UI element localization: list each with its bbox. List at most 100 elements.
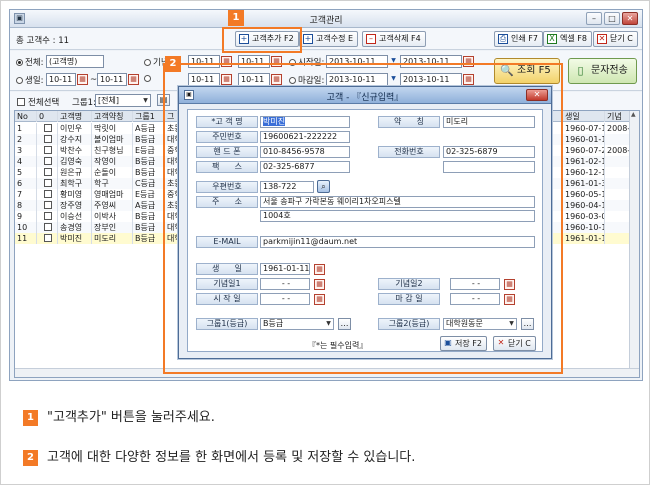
calendar-icon[interactable]: ▦ <box>128 74 139 85</box>
cell-no: 3 <box>15 145 37 156</box>
keyword-input[interactable]: (고객명) <box>46 55 104 68</box>
row-checkbox[interactable] <box>37 145 58 156</box>
cell-no: 5 <box>15 167 37 178</box>
row-checkbox[interactable] <box>37 233 58 244</box>
birthday-to[interactable]: 10-11 <box>97 73 127 86</box>
cell-nick: 작영이 <box>92 156 133 167</box>
vertical-scrollbar[interactable] <box>629 111 639 377</box>
cell-group: B등급 <box>133 222 165 233</box>
close-icon[interactable]: ✕ <box>622 12 638 25</box>
birthday-from[interactable]: 10-11 <box>46 73 76 86</box>
select-all-checkbox[interactable]: 전체선택 <box>17 96 59 108</box>
cell-no: 10 <box>15 222 37 233</box>
cell-nick: 미도리 <box>92 233 133 244</box>
cell-no: 7 <box>15 189 37 200</box>
col-group1[interactable]: 그룹1 <box>133 111 165 122</box>
checkbox[interactable] <box>44 168 52 176</box>
col-name[interactable]: 고객명 <box>58 111 92 122</box>
print-button[interactable]: ⎙ 인쇄 F7 <box>494 31 543 47</box>
checkbox[interactable] <box>44 212 52 220</box>
cell-birth: 1961-02-14 <box>563 156 605 167</box>
col-alias[interactable]: 고객약칭 <box>92 111 133 122</box>
cell-anniv <box>605 211 631 222</box>
row-checkbox[interactable] <box>37 123 58 134</box>
phone-icon: ▯ <box>577 64 584 77</box>
instruction-2: 2 고객에 대한 다양한 정보를 한 화면에서 등록 및 저장할 수 있습니다. <box>23 446 415 466</box>
cell-name: 송경영 <box>58 222 92 233</box>
all-filter[interactable]: 전체: <box>16 56 44 68</box>
col-check[interactable]: 0 <box>37 111 58 122</box>
callout-badge-2: 2 <box>165 56 181 72</box>
chevron-down-icon[interactable]: ▼ <box>141 96 150 106</box>
cell-name: 강수지 <box>58 134 92 145</box>
callout-dialog <box>163 63 563 374</box>
checkbox[interactable] <box>44 146 52 154</box>
checkbox[interactable] <box>17 98 25 106</box>
screenshot-frame: ▣ 고객관리 – □ ✕ 총 고객수 : 11 + 고객추가 F2 + 고객수정 E… <box>0 0 650 485</box>
row-checkbox[interactable] <box>37 156 58 167</box>
birthday-filter[interactable]: 생일: <box>16 74 44 86</box>
cell-group: E등급 <box>133 145 165 156</box>
maximize-icon[interactable]: □ <box>604 12 620 25</box>
edit-customer-button[interactable]: + 고객수정 E <box>299 31 359 47</box>
cell-no: 11 <box>15 233 37 244</box>
callout-add-button <box>222 27 302 53</box>
minimize-icon[interactable]: – <box>586 12 602 25</box>
checkbox[interactable] <box>44 190 52 198</box>
cell-group: B등급 <box>133 167 165 178</box>
cell-birth: 1960-07-23 <box>563 145 605 156</box>
row-checkbox[interactable] <box>37 134 58 145</box>
row-checkbox[interactable] <box>37 200 58 211</box>
cell-nick: 학구 <box>92 178 133 189</box>
checkbox[interactable] <box>44 179 52 187</box>
checkbox[interactable] <box>44 234 52 242</box>
cell-birth: 1960-05-14 <box>563 189 605 200</box>
radio-all[interactable] <box>16 59 23 66</box>
cell-group: A등급 <box>133 123 165 134</box>
radio-birth-alt[interactable] <box>144 74 153 84</box>
row-checkbox[interactable] <box>37 211 58 222</box>
cell-group: B등급 <box>133 156 165 167</box>
cell-birth: 1960-01-11 <box>563 134 605 145</box>
col-anniversary[interactable]: 기념 <box>605 111 631 122</box>
sms-send-button[interactable]: ▯ 문자전송 <box>568 58 637 84</box>
checkbox[interactable] <box>44 157 52 165</box>
cell-no: 6 <box>15 178 37 189</box>
close-button[interactable]: ✕ 닫기 C <box>593 31 638 47</box>
cell-no: 9 <box>15 211 37 222</box>
cell-anniv <box>605 178 631 189</box>
col-birthday[interactable]: 생일 <box>563 111 605 122</box>
radio-birthday[interactable] <box>16 77 23 84</box>
window-title: 고객관리 <box>309 16 343 26</box>
cell-group: C등급 <box>133 178 165 189</box>
instruction-1: 1 "고객추가" 버튼을 눌러주세요. <box>23 406 215 426</box>
cell-birth: 1960-10-11 <box>563 222 605 233</box>
row-checkbox[interactable] <box>37 189 58 200</box>
row-checkbox[interactable] <box>37 178 58 189</box>
cell-birth: 1960-07-18 <box>563 123 605 134</box>
calendar-icon[interactable]: ▦ <box>77 74 88 85</box>
printer-icon: ⎙ <box>498 34 508 44</box>
excel-button[interactable]: X 엑셀 F8 <box>543 31 592 47</box>
cell-name: 원은규 <box>58 167 92 178</box>
excel-icon: X <box>547 34 557 44</box>
checkbox[interactable] <box>44 124 52 132</box>
checkbox[interactable] <box>44 201 52 209</box>
cell-group: A등급 <box>133 200 165 211</box>
cell-nick: 딱릿이 <box>92 123 133 134</box>
cell-birth: 1960-03-02 <box>563 211 605 222</box>
cell-anniv <box>605 200 631 211</box>
radio-other[interactable] <box>144 75 151 82</box>
checkbox[interactable] <box>44 223 52 231</box>
col-no[interactable]: No <box>15 111 37 122</box>
cell-nick: 순돌이 <box>92 167 133 178</box>
cell-name: 김영숙 <box>58 156 92 167</box>
cell-nick: 이박사 <box>92 211 133 222</box>
checkbox[interactable] <box>44 135 52 143</box>
radio-anniversary[interactable] <box>144 59 151 66</box>
row-checkbox[interactable] <box>37 222 58 233</box>
row-checkbox[interactable] <box>37 167 58 178</box>
delete-customer-button[interactable]: – 고객삭제 F4 <box>362 31 426 47</box>
plus-icon: + <box>303 34 313 44</box>
window-controls: – □ ✕ <box>586 12 638 25</box>
